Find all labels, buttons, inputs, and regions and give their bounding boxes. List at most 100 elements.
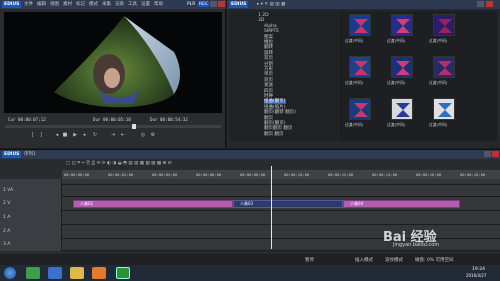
- effect-thumbnail[interactable]: [433, 56, 455, 78]
- prev-frame-icon[interactable]: ◂: [54, 132, 60, 138]
- firefox-icon[interactable]: [92, 267, 106, 279]
- effect-thumbnail-image: [392, 15, 412, 35]
- effects-window: EDIUS ▸ ▾ ✕ ▤ ▥ ▦ 1 2D 3D Alpha SMPTE 图案 推拉 翻转…: [227, 0, 500, 157]
- cur-label: Cur: [8, 117, 16, 122]
- sequence-name[interactable]: 序列1: [24, 152, 36, 157]
- effect-thumbnail-image: [392, 57, 412, 77]
- clip-name: 人像04: [350, 201, 364, 206]
- tree-item[interactable]: 翻页翻页 翻页: [264, 126, 292, 131]
- timeline-close-button[interactable]: [492, 151, 499, 157]
- in-timecode: 00:00:05:10: [103, 117, 131, 122]
- track-header[interactable]: 1 VA: [0, 185, 62, 197]
- tree-item[interactable]: 3D: [258, 18, 264, 23]
- effect-thumbnail[interactable]: [391, 56, 413, 78]
- tree-item[interactable]: SMPTE: [264, 29, 279, 34]
- next-frame-icon[interactable]: ▸: [82, 132, 88, 138]
- scrub-handle[interactable]: [132, 124, 136, 129]
- play-icon[interactable]: ▶: [72, 132, 78, 138]
- camera-icon[interactable]: ◎: [140, 132, 146, 138]
- timeline-clip[interactable]: 人像02: [73, 200, 233, 208]
- effects-minimize-button[interactable]: [477, 1, 484, 7]
- effect-thumbnail[interactable]: [349, 14, 371, 36]
- status-insert-mode: 插入模式: [355, 258, 373, 263]
- effect-thumbnail-image: [350, 99, 370, 119]
- stop-icon[interactable]: ■: [62, 132, 68, 138]
- set-in-icon[interactable]: [: [30, 132, 36, 138]
- menu-marker[interactable]: 标记: [76, 2, 85, 7]
- timeline-clip[interactable]: 人像04: [343, 200, 460, 208]
- edius-taskbar-icon[interactable]: [116, 267, 130, 279]
- taskbar-app-icon[interactable]: [48, 267, 62, 279]
- loop-icon[interactable]: ↻: [92, 132, 98, 138]
- tree-item[interactable]: 四页: [264, 89, 273, 94]
- timeline-playhead[interactable]: [271, 166, 272, 249]
- effects-close-button[interactable]: [486, 1, 493, 7]
- menu-mode[interactable]: 模式: [89, 2, 98, 7]
- effect-caption: 过渡(中间): [429, 122, 448, 127]
- tree-item[interactable]: 发送: [264, 83, 273, 88]
- dur-timecode: 00:00:54:32: [160, 117, 188, 122]
- player-minimize-button[interactable]: [210, 1, 217, 7]
- effect-caption: 过渡(中间): [345, 38, 364, 43]
- effect-thumbnail-image: [434, 15, 454, 35]
- track-row: 1 VA: [0, 185, 500, 197]
- insert-icon[interactable]: ⇥: [110, 132, 116, 138]
- menu-view[interactable]: 视图: [50, 2, 59, 7]
- track-header[interactable]: 2 A: [0, 225, 62, 239]
- tree-item[interactable]: 分割: [264, 62, 273, 67]
- effect-caption: 过渡(中间): [429, 38, 448, 43]
- player-close-button[interactable]: [218, 1, 225, 7]
- timeline-ruler[interactable]: 00:00:00;00 00:00:02;00 00:00:04;00 00:00:0…: [62, 170, 500, 179]
- tree-item[interactable]: 双页: [264, 56, 273, 61]
- timeline-toolbar: ▢ ◫ ⌗ ✂ ⎘ ⎙ ⟲ ⟳ ◐ ◑ ◒ ◓ ▤ ▥ ▦ ▧ ▨ ▩ ⊞ ⊟: [66, 161, 172, 166]
- track-header[interactable]: 3 A: [0, 239, 62, 251]
- menu-file[interactable]: 文件: [24, 2, 33, 7]
- menu-clip[interactable]: 素材: [63, 2, 72, 7]
- menu-render[interactable]: 渲染: [115, 2, 124, 7]
- tree-item[interactable]: 翻页: [264, 116, 273, 121]
- effect-thumbnail-image: [350, 57, 370, 77]
- track-header[interactable]: 2 V: [0, 197, 62, 211]
- player-menu: 文件 编辑 视图 素材 标记 模式 采集 渲染 工具 设置 帮助: [24, 2, 167, 7]
- effect-thumbnail[interactable]: [349, 98, 371, 120]
- menu-settings[interactable]: 设置: [141, 2, 150, 7]
- recorder-mode[interactable]: REC: [198, 2, 210, 7]
- status-ripple-mode: 波纹模式: [385, 258, 403, 263]
- set-out-icon[interactable]: ]: [38, 132, 44, 138]
- effect-caption: 过渡(中间): [387, 38, 406, 43]
- ruler-tick-label: 00:00:06;00: [196, 172, 222, 177]
- timeline-minimize-button[interactable]: [484, 151, 491, 157]
- clock-date: 2016/4/27: [466, 273, 487, 278]
- tree-item[interactable]: 翻页(翻转 翻页): [264, 110, 296, 115]
- menu-tools[interactable]: 工具: [128, 2, 137, 7]
- timeline-brand: EDIUS: [2, 151, 22, 158]
- in-label: Dur: [93, 117, 101, 122]
- tree-item[interactable]: 翻页 翻页: [264, 132, 283, 137]
- effect-thumbnail-image: [350, 15, 370, 35]
- menu-edit[interactable]: 编辑: [37, 2, 46, 7]
- overwrite-icon[interactable]: ⇤: [120, 132, 126, 138]
- effect-thumbnail[interactable]: [391, 14, 413, 36]
- player-mode[interactable]: PLR: [187, 2, 195, 7]
- effect-thumbnail[interactable]: [433, 98, 455, 120]
- taskbar-app-icon[interactable]: [26, 267, 40, 279]
- effect-thumbnail[interactable]: [349, 56, 371, 78]
- ruler-tick-label: 00:00:04;00: [152, 172, 178, 177]
- start-button-icon[interactable]: [4, 267, 16, 279]
- ruler-tick-label: 00:00:16;00: [416, 172, 442, 177]
- tree-item[interactable]: 扭曲(翻页): [264, 99, 286, 105]
- effect-thumbnail[interactable]: [433, 14, 455, 36]
- timeline-transition[interactable]: 人像03: [233, 200, 343, 208]
- settings-icon[interactable]: ⚙: [150, 132, 156, 138]
- tree-item[interactable]: 图案: [264, 35, 273, 40]
- tree-item[interactable]: 翻转: [264, 45, 273, 50]
- effect-thumbnail[interactable]: [391, 98, 413, 120]
- menu-capture[interactable]: 采集: [102, 2, 111, 7]
- tree-item[interactable]: 单页: [264, 72, 273, 77]
- folder-icon[interactable]: [70, 267, 84, 279]
- track-label: 2 A: [3, 229, 11, 234]
- track-header[interactable]: 1 A: [0, 211, 62, 225]
- menu-help[interactable]: 帮助: [154, 2, 163, 7]
- player-scrub-bar[interactable]: [5, 124, 221, 129]
- ruler-tick-label: 00:00:18;00: [460, 172, 486, 177]
